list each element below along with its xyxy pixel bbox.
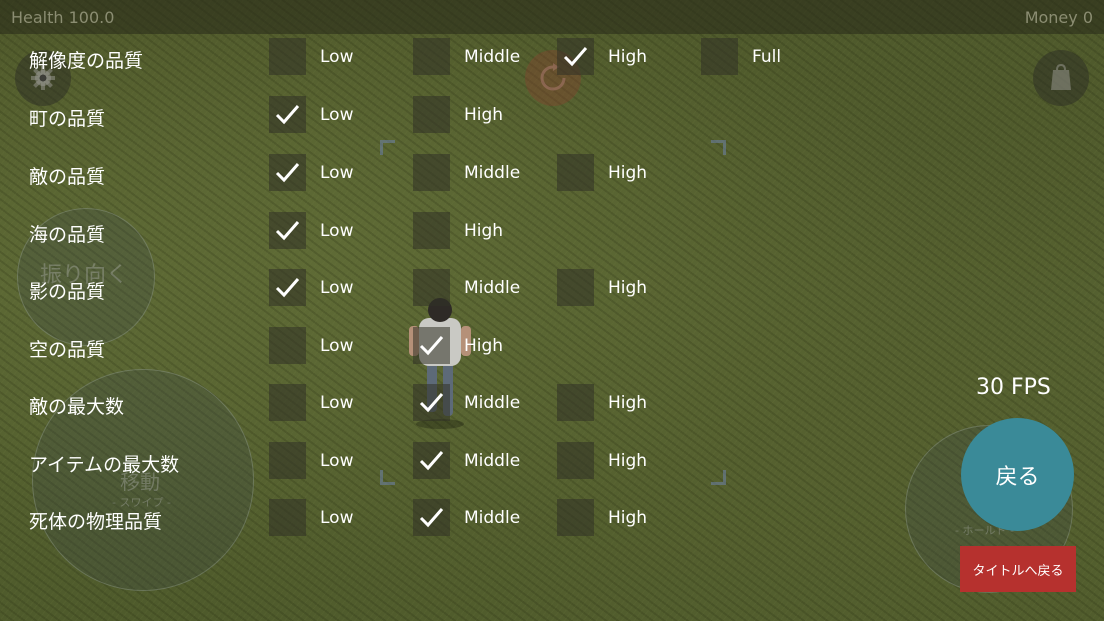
setting-label: 解像度の品質 — [29, 50, 144, 72]
option-label: High — [608, 163, 648, 183]
checkbox[interactable] — [269, 384, 306, 421]
checkbox[interactable] — [701, 38, 738, 75]
option-label: Middle — [464, 47, 521, 67]
option-label: Low — [320, 451, 354, 471]
checkbox[interactable] — [269, 269, 306, 306]
checkmark-icon — [419, 393, 444, 413]
checkbox[interactable] — [413, 38, 450, 75]
checkbox[interactable] — [557, 269, 594, 306]
setting-label: 敵の品質 — [29, 166, 106, 188]
checkbox[interactable] — [413, 154, 450, 191]
checkbox[interactable] — [413, 384, 450, 421]
option-label: Low — [320, 105, 354, 125]
back-button[interactable]: 戻る — [961, 418, 1074, 531]
setting-label: 敵の最大数 — [29, 396, 125, 418]
setting-row-sea: 海の品質 Low High — [0, 212, 900, 252]
option-label: High — [608, 278, 648, 298]
setting-row-enemy: 敵の品質 Low Middle High — [0, 154, 900, 194]
checkbox[interactable] — [557, 38, 594, 75]
setting-row-max-items: アイテムの最大数 Low Middle High — [0, 442, 900, 482]
setting-label: 空の品質 — [29, 339, 106, 361]
setting-label: 町の品質 — [29, 108, 106, 130]
inventory-button[interactable] — [1033, 50, 1089, 106]
checkmark-icon — [419, 508, 444, 528]
setting-row-corpse-physics: 死体の物理品質 Low Middle High — [0, 499, 900, 539]
checkbox[interactable] — [269, 327, 306, 364]
setting-label: 海の品質 — [29, 224, 106, 246]
option-label: Middle — [464, 163, 521, 183]
option-label: Full — [752, 47, 782, 67]
option-label: High — [608, 508, 648, 528]
checkbox[interactable] — [557, 442, 594, 479]
status-bar: Health 100.0 Money 0 — [0, 0, 1104, 34]
checkbox[interactable] — [413, 212, 450, 249]
checkmark-icon — [563, 47, 588, 67]
option-label: High — [464, 105, 504, 125]
option-label: Middle — [464, 278, 521, 298]
setting-row-shadow: 影の品質 Low Middle High — [0, 269, 900, 309]
checkmark-icon — [275, 163, 300, 183]
fps-counter: 30 FPS — [976, 375, 1051, 400]
checkmark-icon — [275, 221, 300, 241]
checkbox[interactable] — [269, 212, 306, 249]
option-label: High — [464, 221, 504, 241]
checkbox[interactable] — [413, 327, 450, 364]
health-readout: Health 100.0 — [11, 8, 115, 27]
option-label: Low — [320, 393, 354, 413]
option-label: Low — [320, 163, 354, 183]
reticle-corner — [380, 140, 395, 155]
setting-row-max-enemies: 敵の最大数 Low Middle High — [0, 384, 900, 424]
checkbox[interactable] — [413, 442, 450, 479]
checkbox[interactable] — [269, 38, 306, 75]
setting-row-resolution: 解像度の品質 Low Middle High Full — [0, 38, 900, 78]
checkbox[interactable] — [269, 442, 306, 479]
checkbox[interactable] — [413, 269, 450, 306]
checkbox[interactable] — [269, 499, 306, 536]
option-label: Middle — [464, 451, 521, 471]
checkbox[interactable] — [557, 499, 594, 536]
checkmark-icon — [419, 451, 444, 471]
option-label: Middle — [464, 508, 521, 528]
checkmark-icon — [275, 105, 300, 125]
option-label: Low — [320, 221, 354, 241]
checkbox[interactable] — [413, 96, 450, 133]
checkbox[interactable] — [413, 499, 450, 536]
bag-icon — [1051, 64, 1071, 90]
option-label: High — [464, 336, 504, 356]
option-label: High — [608, 47, 648, 67]
option-label: Low — [320, 278, 354, 298]
checkbox[interactable] — [269, 154, 306, 191]
checkbox[interactable] — [557, 384, 594, 421]
option-label: Middle — [464, 393, 521, 413]
option-label: Low — [320, 336, 354, 356]
setting-label: アイテムの最大数 — [29, 454, 180, 476]
checkbox[interactable] — [557, 154, 594, 191]
return-to-title-button[interactable]: タイトルへ戻る — [960, 546, 1076, 592]
option-label: Low — [320, 47, 354, 67]
option-label: High — [608, 451, 648, 471]
checkbox[interactable] — [269, 96, 306, 133]
setting-row-town: 町の品質 Low High — [0, 96, 900, 136]
setting-row-sky: 空の品質 Low High — [0, 327, 900, 367]
setting-label: 死体の物理品質 — [29, 511, 163, 533]
reticle-corner — [711, 140, 726, 155]
option-label: Low — [320, 508, 354, 528]
setting-label: 影の品質 — [29, 281, 106, 303]
checkmark-icon — [275, 278, 300, 298]
money-readout: Money 0 — [1024, 8, 1093, 27]
option-label: High — [608, 393, 648, 413]
checkmark-icon — [419, 336, 444, 356]
